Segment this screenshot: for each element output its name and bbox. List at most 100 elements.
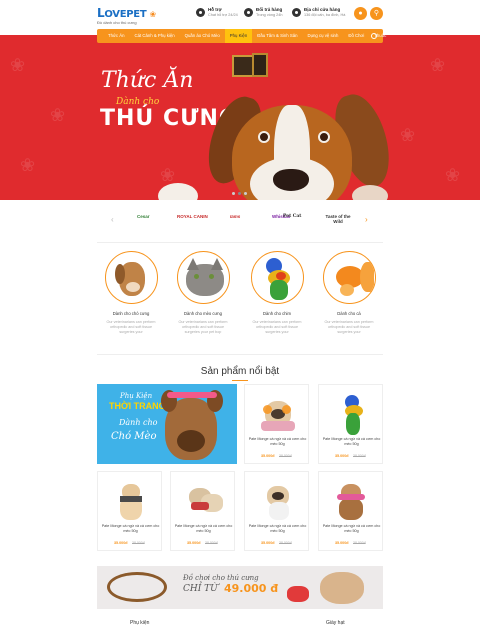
- product-name[interactable]: Pate Monge cá ngừ và cá cơm cho mèo 50g: [321, 524, 382, 534]
- product-card[interactable]: Pate Monge cá ngừ và cá cơm cho mèo 50g …: [244, 471, 309, 551]
- category-desc: Our veterinarians can perform orthopedic…: [252, 320, 302, 334]
- brand-logo[interactable]: ROYAL CANIN: [177, 214, 208, 219]
- product-price: 35.000đ: [114, 541, 128, 545]
- toy-promo-banner[interactable]: Đồ chơi cho thú cưng CHỈ TỪ 49.000 đ: [97, 566, 383, 609]
- cart-icon[interactable]: ⚲: [370, 7, 383, 20]
- product-card[interactable]: Pate Monge cá ngừ và cá cơm cho mèo 50g …: [318, 384, 383, 464]
- banner-text: Dành cho: [119, 418, 158, 427]
- product-name[interactable]: Pate Monge cá ngừ và cá cơm cho mèo 50g: [247, 437, 308, 447]
- category-desc: Our veterinarians can perform orthopedic…: [324, 320, 374, 334]
- product-image: [331, 391, 371, 435]
- category-title: Dành cho cá: [337, 311, 361, 316]
- dog-image: [104, 251, 158, 304]
- product-image: [183, 478, 223, 522]
- site-header: LOVEPET ❀ Đồ dành cho thú cưng Hỗ trợ Cha…: [0, 0, 480, 28]
- brand-logo[interactable]: Iams: [230, 214, 240, 219]
- nav-item-active[interactable]: Phụ Kiện: [224, 29, 253, 43]
- nav-item[interactable]: Quần áo Chó Mèo: [180, 29, 225, 43]
- divider: [97, 242, 383, 243]
- product-old-price: 38.000đ: [353, 541, 366, 545]
- logo[interactable]: LOVEPET ❀ Đồ dành cho thú cưng: [97, 6, 156, 25]
- fish-image: [322, 251, 376, 304]
- product-name[interactable]: Pate Monge cá ngừ và cá cơm cho mèo 50g: [173, 524, 234, 534]
- product-name[interactable]: Pate Monge cá ngừ và cá cơm cho mèo 50g: [247, 524, 308, 534]
- promo-price: 49.000 đ: [224, 582, 279, 595]
- headset-icon: [196, 8, 205, 17]
- dog-nose: [273, 169, 309, 191]
- product-price: 35.000đ: [187, 541, 201, 545]
- address-sub: 136 đội cấn, ba đình, Hà: [304, 13, 346, 17]
- slider-dot[interactable]: [244, 192, 247, 195]
- slider-dot[interactable]: [232, 192, 235, 195]
- product-image: [331, 478, 371, 522]
- product-card[interactable]: Pate Monge cá ngừ và cá cơm cho mèo 50g …: [97, 471, 162, 551]
- category-fish[interactable]: Dành cho cá Our veterinarians can perfor…: [321, 251, 377, 335]
- heart-icon[interactable]: [263, 405, 272, 414]
- nav-item[interactable]: Đầu Tâm & Sinh Sản: [252, 29, 302, 43]
- main-nav: Thức Ăn Cát Cảnh & Phụ kiện Quần áo Chó …: [97, 29, 386, 43]
- product-name[interactable]: Pate Monge cá ngừ và cá cơm cho mèo 50g: [100, 524, 161, 534]
- return-info[interactable]: Đổi trả hàng Trong vòng 24h: [244, 7, 282, 17]
- dog-paw: [352, 185, 388, 200]
- category-dogs[interactable]: Dành cho chó cưng Our veterinarians can …: [103, 251, 159, 335]
- hero-title: Thức Ăn: [101, 68, 194, 93]
- banner-text: Phụ Kiện: [120, 392, 153, 400]
- return-title: Đổi trả hàng: [256, 7, 283, 12]
- cat-image: [176, 251, 230, 304]
- product-price: 35.000đ: [261, 454, 275, 458]
- product-price: 35.000đ: [335, 541, 349, 545]
- user-icon[interactable]: ●: [354, 7, 367, 20]
- category-title: Dành cho mèo cưng: [184, 311, 222, 316]
- banner-headline: THỜI TRANG: [109, 401, 166, 411]
- product-old-price: 38.000đ: [205, 541, 218, 545]
- cart-icon[interactable]: [282, 405, 291, 414]
- support-title: Hỗ trợ: [208, 7, 222, 12]
- dog-paw: [158, 183, 198, 200]
- hero-banner[interactable]: ❀ ❀ ❀ ❀ ❀ ❀ ❀ Thức Ăn Dành cho THÚ CƯNG: [0, 35, 480, 200]
- product-old-price: 38.000đ: [279, 454, 292, 458]
- address-title: Địa chỉ cửa hàng: [304, 7, 341, 12]
- search-icon[interactable]: [371, 33, 377, 39]
- slider-dot-active[interactable]: [238, 192, 241, 195]
- product-price: 35.000đ: [335, 454, 349, 458]
- product-old-price: 38.000đ: [132, 541, 145, 545]
- promo-text: Đồ chơi cho thú cưng: [183, 574, 259, 582]
- product-card[interactable]: Pate Monge cá ngừ và cá cơm cho mèo 50g …: [244, 384, 309, 464]
- slider-dots[interactable]: [232, 192, 247, 195]
- product-image: [257, 391, 297, 435]
- nav-item[interactable]: Dụng cụ vệ sinh: [303, 29, 344, 43]
- product-image: [257, 478, 297, 522]
- brand-carousel: ‹ Cesar ROYAL CANIN Iams Whiskas Pet Cat…: [97, 212, 383, 228]
- category-birds[interactable]: Dành cho chim Our veterinarians can perf…: [249, 251, 305, 335]
- promo-banner[interactable]: Phụ Kiện THỜI TRANG Dành cho Chó Mèo: [97, 384, 237, 464]
- product-card[interactable]: Pate Monge cá ngừ và cá cơm cho mèo 50g …: [318, 471, 383, 551]
- store-address-info[interactable]: Địa chỉ cửa hàng 136 đội cấn, ba đình, Hà: [292, 7, 345, 17]
- footer-heading: Phụ kiện: [130, 620, 150, 626]
- dog-headband: [167, 392, 217, 398]
- brand-logo[interactable]: Taste of the Wild: [323, 214, 353, 224]
- nav-item[interactable]: Đồ Chơi: [343, 29, 369, 43]
- nav-item[interactable]: Thức Ăn: [103, 29, 130, 43]
- product-name[interactable]: Pate Monge cá ngừ và cá cơm cho mèo 50g: [321, 437, 382, 447]
- category-desc: Our veterinarians can perform orthopedic…: [178, 320, 228, 334]
- location-icon: [292, 8, 301, 17]
- logo-tagline: Đồ dành cho thú cưng: [97, 20, 137, 25]
- nav-item[interactable]: Cát Cảnh & Phụ kiện: [130, 29, 180, 43]
- section-title: Sản phẩm nổi bật: [200, 366, 280, 377]
- support-sub: Chat hỗ trợ 24/24: [208, 13, 238, 17]
- category-cats[interactable]: Dành cho mèo cưng Our veterinarians can …: [175, 251, 231, 335]
- parrot-image: [250, 251, 304, 304]
- divider: [97, 354, 383, 355]
- support-info[interactable]: Hỗ trợ Chat hỗ trợ 24/24: [196, 7, 238, 17]
- chevron-right-icon[interactable]: ›: [365, 215, 368, 224]
- footer-heading: Giày hạt: [326, 620, 345, 626]
- category-desc: Our veterinarians can perform orthopedic…: [106, 320, 156, 334]
- brand-logo[interactable]: Cesar: [137, 214, 150, 219]
- return-sub: Trong vòng 24h: [256, 13, 283, 17]
- chevron-left-icon[interactable]: ‹: [111, 215, 114, 224]
- brand-logo[interactable]: Pet Cat: [283, 214, 301, 219]
- product-card[interactable]: Pate Monge cá ngừ và cá cơm cho mèo 50g …: [170, 471, 235, 551]
- product-old-price: 38.000đ: [279, 541, 292, 545]
- product-box-image: [252, 53, 268, 77]
- product-price: 35.000đ: [261, 541, 275, 545]
